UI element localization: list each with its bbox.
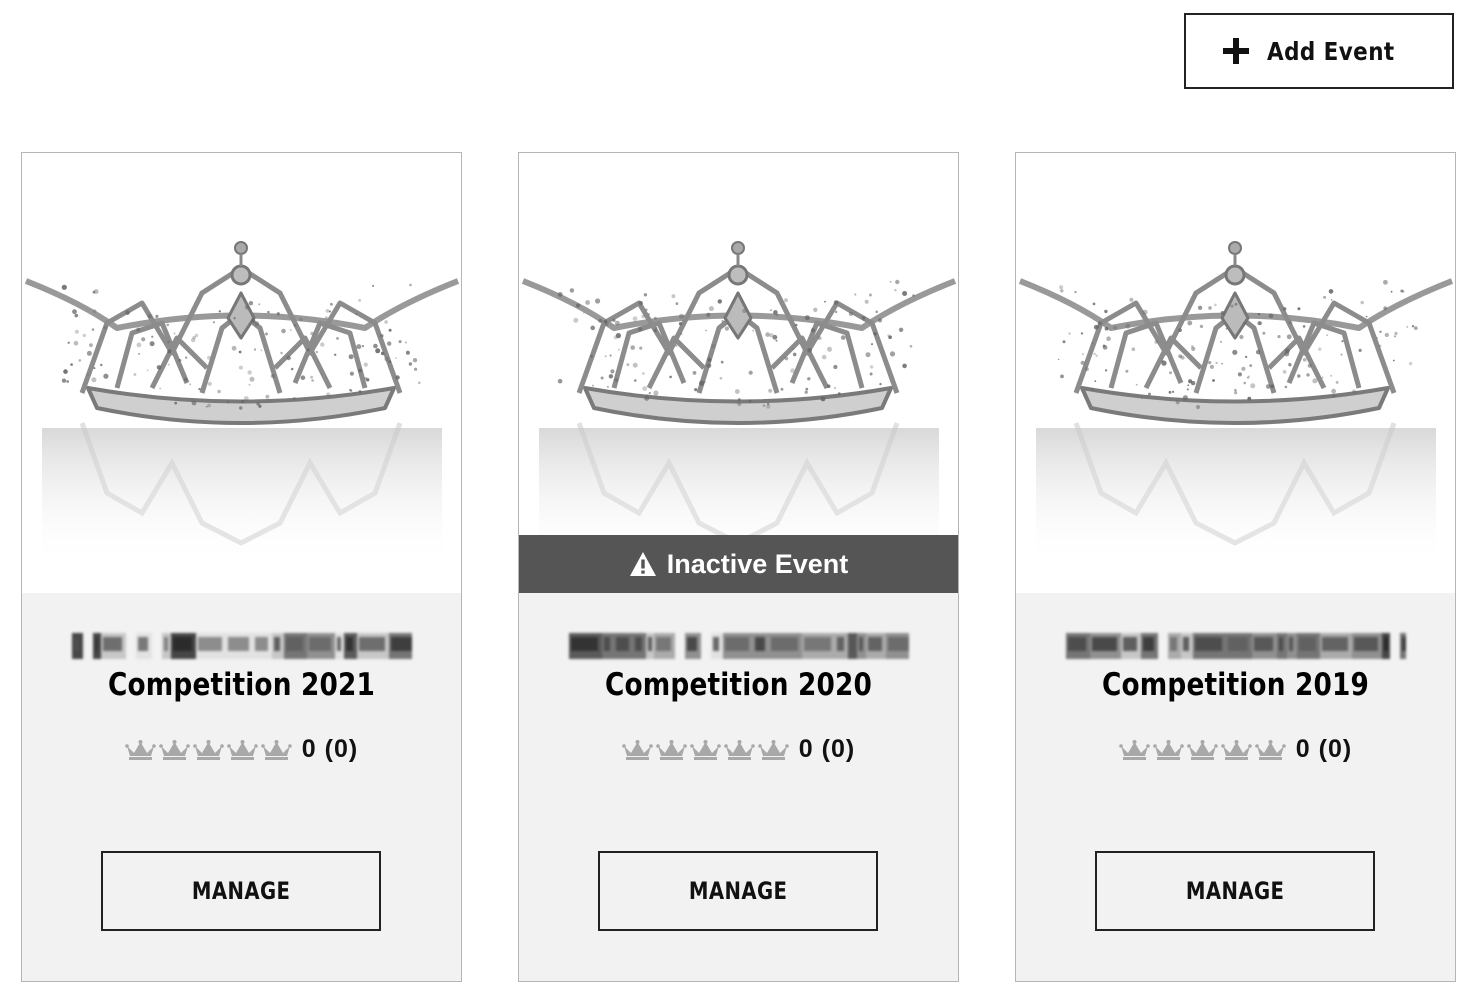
events-page: Add Event Competition 2021 0 (0) MANAGE	[0, 0, 1478, 1004]
event-title-text: Competition 2020	[552, 667, 925, 703]
manage-label: MANAGE	[1186, 877, 1285, 905]
crown-icon	[1153, 739, 1184, 761]
crown-icon	[1255, 739, 1286, 761]
plus-icon	[1223, 38, 1249, 64]
crown-icon	[1221, 739, 1252, 761]
event-card: Inactive Event Competition 2020 0 (0) MA…	[518, 152, 959, 982]
event-title: Competition 2019	[1016, 627, 1455, 703]
event-title-text: Competition 2019	[1049, 667, 1422, 703]
crown-icon	[1187, 739, 1218, 761]
crown-stars	[1119, 739, 1286, 761]
event-title: Competition 2020	[519, 627, 958, 703]
manage-label: MANAGE	[689, 877, 788, 905]
event-title: Competition 2021	[22, 627, 461, 703]
manage-button[interactable]: MANAGE	[101, 851, 381, 931]
crown-icon	[193, 739, 224, 761]
redacted-name	[569, 627, 909, 665]
crown-icon	[1119, 739, 1150, 761]
crown-icon	[758, 739, 789, 761]
add-event-label: Add Event	[1267, 37, 1395, 66]
crown-icon	[656, 739, 687, 761]
add-event-button[interactable]: Add Event	[1184, 13, 1454, 89]
crown-image	[1016, 153, 1455, 593]
crown-image	[519, 153, 958, 593]
crown-icon	[227, 739, 258, 761]
event-title-text: Competition 2021	[55, 667, 428, 703]
warning-icon	[629, 551, 657, 577]
crown-icon	[261, 739, 292, 761]
inactive-event-label: Inactive Event	[667, 549, 849, 580]
crown-icon	[724, 739, 755, 761]
crown-icon	[690, 739, 721, 761]
manage-label: MANAGE	[192, 877, 291, 905]
crown-icon	[159, 739, 190, 761]
crown-image	[22, 153, 461, 593]
crown-stars	[622, 739, 789, 761]
redacted-name	[72, 627, 412, 665]
redacted-name	[1066, 627, 1406, 665]
crown-icon	[125, 739, 156, 761]
event-card: Competition 2019 0 (0) MANAGE	[1015, 152, 1456, 982]
crown-rating: 0 (0)	[519, 735, 958, 764]
rating-count: 0 (0)	[799, 735, 855, 764]
inactive-event-banner: Inactive Event	[519, 535, 958, 593]
crown-rating: 0 (0)	[22, 735, 461, 764]
rating-count: 0 (0)	[1296, 735, 1352, 764]
crown-rating: 0 (0)	[1016, 735, 1455, 764]
crown-stars	[125, 739, 292, 761]
manage-button[interactable]: MANAGE	[1095, 851, 1375, 931]
rating-count: 0 (0)	[302, 735, 358, 764]
manage-button[interactable]: MANAGE	[598, 851, 878, 931]
crown-icon	[622, 739, 653, 761]
event-card: Competition 2021 0 (0) MANAGE	[21, 152, 462, 982]
